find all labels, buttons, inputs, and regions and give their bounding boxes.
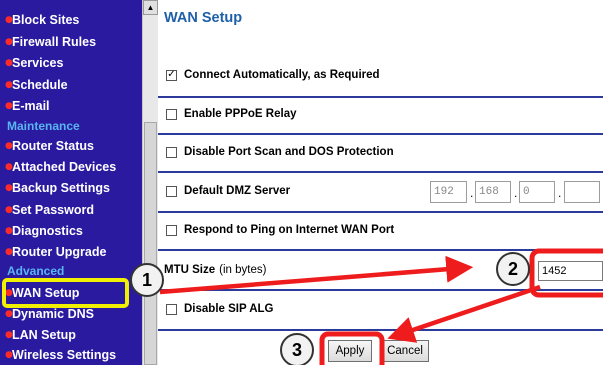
connect-automatically-row: ✓ Connect Automatically, as Required xyxy=(166,69,603,81)
sidebar-item-label: Dynamic DNS xyxy=(12,306,94,321)
sidebar-item-label: Router Status xyxy=(12,138,94,153)
sidebar-item-schedule[interactable]: ● Schedule xyxy=(0,74,142,95)
page-title: WAN Setup xyxy=(164,10,243,26)
sidebar-item-label: LAN Setup xyxy=(12,327,76,342)
bullet-icon: ● xyxy=(5,204,13,215)
respond-ping-label: Respond to Ping on Internet WAN Port xyxy=(184,224,395,236)
sidebar-item-wireless-settings[interactable]: ● Wireless Settings xyxy=(0,344,142,365)
row-divider xyxy=(158,171,603,173)
mtu-size-row: MTU Size (in bytes) xyxy=(164,264,414,276)
ip-dot: . xyxy=(514,186,518,200)
dmz-ip-octet-1[interactable]: 192 xyxy=(430,181,467,203)
disable-port-scan-row: Disable Port Scan and DOS Protection xyxy=(166,146,603,158)
row-divider xyxy=(158,133,603,135)
sidebar-item-lan-setup[interactable]: ● LAN Setup xyxy=(0,324,142,345)
main-content: WAN Setup ✓ Connect Automatically, as Re… xyxy=(158,0,603,365)
scroll-up-arrow-icon[interactable]: ▲ xyxy=(143,0,158,15)
bullet-icon: ● xyxy=(5,14,13,25)
sidebar-item-label: Backup Settings xyxy=(12,180,110,195)
disable-sip-alg-row: Disable SIP ALG xyxy=(166,303,603,315)
respond-ping-row: Respond to Ping on Internet WAN Port xyxy=(166,224,603,236)
sidebar-item-label: Wireless Settings xyxy=(12,347,117,362)
sidebar-item-router-upgrade[interactable]: ● Router Upgrade xyxy=(0,241,142,262)
disable-sip-alg-label: Disable SIP ALG xyxy=(184,303,274,315)
disable-port-scan-checkbox[interactable] xyxy=(166,146,177,158)
bullet-icon: ● xyxy=(5,308,13,319)
bullet-icon: ● xyxy=(5,57,13,68)
bullet-icon: ● xyxy=(5,79,13,90)
dmz-ip-octet-2[interactable]: 168 xyxy=(475,181,511,203)
sidebar-item-label: Schedule xyxy=(12,77,68,92)
bullet-icon: ● xyxy=(5,182,13,193)
sidebar-item-label: Set Password xyxy=(12,202,94,217)
connect-automatically-checkbox[interactable]: ✓ xyxy=(166,69,177,81)
sidebar-item-backup-settings[interactable]: ● Backup Settings xyxy=(0,177,142,198)
mtu-size-unit: (in bytes) xyxy=(219,264,267,276)
row-divider xyxy=(158,211,603,213)
bullet-icon: ● xyxy=(5,100,13,111)
sidebar-item-firewall-rules[interactable]: ● Firewall Rules xyxy=(0,31,142,52)
bullet-icon: ● xyxy=(5,140,13,151)
bullet-icon: ● xyxy=(5,329,13,340)
bullet-icon: ● xyxy=(5,349,13,360)
bullet-icon: ● xyxy=(5,225,13,236)
mtu-size-label: MTU Size xyxy=(164,264,216,276)
sidebar-item-label: Firewall Rules xyxy=(12,34,97,49)
connect-automatically-label: Connect Automatically, as Required xyxy=(184,69,380,81)
sidebar-item-services[interactable]: ● Services xyxy=(0,52,142,73)
row-divider xyxy=(158,329,603,331)
pppoe-relay-checkbox[interactable] xyxy=(166,108,177,120)
sidebar-item-label: E-mail xyxy=(12,98,50,113)
default-dmz-label: Default DMZ Server xyxy=(184,185,291,197)
sidebar-item-diagnostics[interactable]: ● Diagnostics xyxy=(0,220,142,241)
sidebar-item-block-sites[interactable]: ● Block Sites xyxy=(0,9,142,30)
respond-ping-checkbox[interactable] xyxy=(166,224,177,236)
bullet-icon: ● xyxy=(5,246,13,257)
sidebar-item-label: Block Sites xyxy=(12,12,80,27)
sidebar-item-label: Services xyxy=(12,55,64,70)
sidebar-item-router-status[interactable]: ● Router Status xyxy=(0,135,142,156)
dmz-ip-octet-3[interactable]: 0 xyxy=(519,181,555,203)
bullet-icon: ● xyxy=(5,161,13,172)
row-divider xyxy=(158,289,603,291)
mtu-size-input[interactable]: 1452 xyxy=(538,261,603,281)
sidebar-section-maintenance: Maintenance xyxy=(7,119,80,133)
sidebar-item-label: Attached Devices xyxy=(12,159,117,174)
sidebar-nav: ● Block Sites ● Firewall Rules ● Service… xyxy=(0,0,142,365)
default-dmz-checkbox[interactable] xyxy=(166,185,177,197)
dmz-ip-octet-4[interactable] xyxy=(564,181,600,203)
pppoe-relay-row: Enable PPPoE Relay xyxy=(166,108,603,120)
sidebar-item-email[interactable]: ● E-mail xyxy=(0,95,142,116)
sidebar-item-label: Diagnostics xyxy=(12,223,83,238)
ip-dot: . xyxy=(470,186,474,200)
row-divider xyxy=(158,249,603,251)
disable-port-scan-label: Disable Port Scan and DOS Protection xyxy=(184,146,394,158)
sidebar-scrollbar[interactable]: ▲ xyxy=(142,0,158,365)
ip-dot: . xyxy=(558,186,562,200)
sidebar-item-set-password[interactable]: ● Set Password xyxy=(0,199,142,220)
cancel-button[interactable]: Cancel xyxy=(381,340,429,362)
row-divider xyxy=(158,96,603,98)
wan-setup-highlight-box xyxy=(2,278,129,308)
pppoe-relay-label: Enable PPPoE Relay xyxy=(184,108,297,120)
scroll-thumb[interactable] xyxy=(144,122,157,365)
sidebar-item-label: Router Upgrade xyxy=(12,244,107,259)
disable-sip-alg-checkbox[interactable] xyxy=(166,303,177,315)
bullet-icon: ● xyxy=(5,36,13,47)
default-dmz-row: Default DMZ Server xyxy=(166,185,416,197)
apply-button[interactable]: Apply xyxy=(328,340,372,362)
sidebar-item-attached-devices[interactable]: ● Attached Devices xyxy=(0,156,142,177)
